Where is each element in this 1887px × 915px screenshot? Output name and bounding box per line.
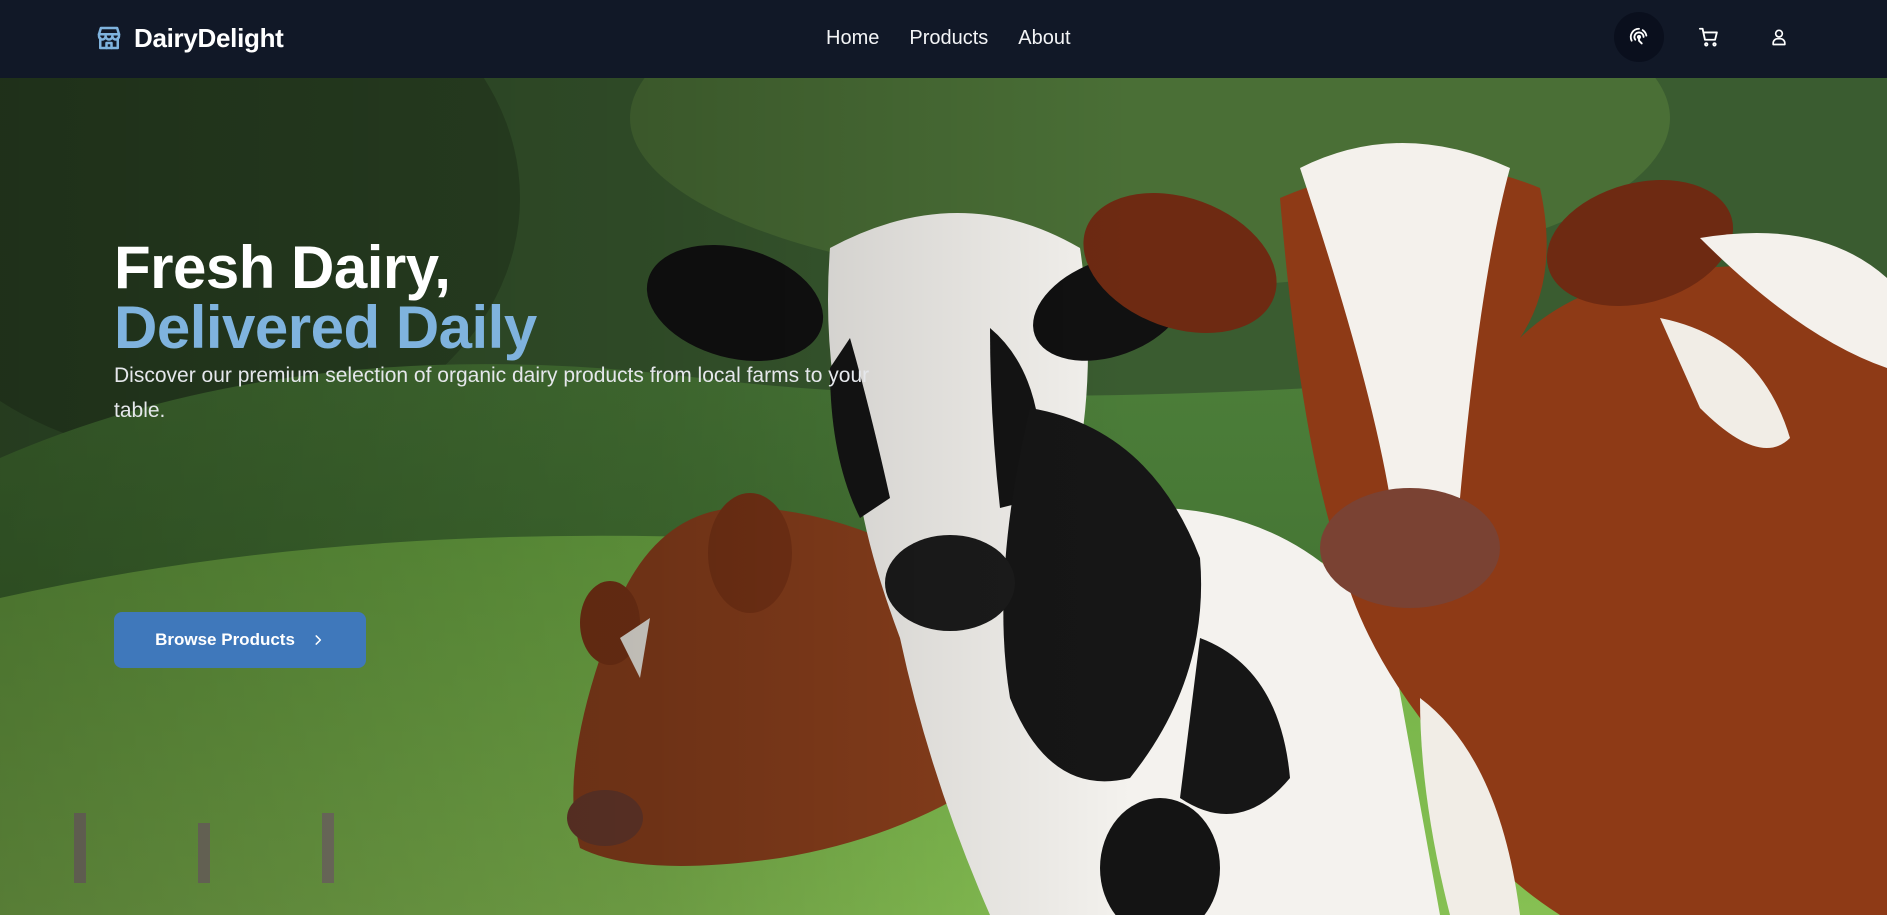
hero-title: Fresh Dairy, Delivered Daily <box>114 238 914 358</box>
hero-section: Fresh Dairy, Delivered Daily Discover ou… <box>0 78 1887 915</box>
navbar: DairyDelight Home Products About <box>0 0 1887 78</box>
hero-overlay <box>0 78 1887 915</box>
theme-toggle-button[interactable] <box>1614 12 1664 62</box>
browse-products-label: Browse Products <box>155 630 295 649</box>
nav-actions <box>1614 12 1804 62</box>
user-icon <box>1772 29 1786 46</box>
nav-link-home[interactable]: Home <box>826 24 879 52</box>
nav-link-products[interactable]: Products <box>909 24 988 52</box>
cart-button[interactable] <box>1684 12 1734 62</box>
cart-icon <box>1698 27 1718 47</box>
theme-toggle-icon <box>1629 27 1648 45</box>
hero-subtitle: Discover our premium selection of organi… <box>114 364 870 422</box>
hero-title-line1: Fresh Dairy, <box>114 234 451 301</box>
browse-products-button[interactable]: Browse Products <box>114 612 366 668</box>
chevron-right-icon <box>311 633 325 647</box>
nav-link-about[interactable]: About <box>1018 24 1070 52</box>
main-nav: Home Products About <box>826 24 1071 52</box>
hero-content: Fresh Dairy, Delivered Daily Discover ou… <box>114 238 914 428</box>
brand-name: DairyDelight <box>134 22 284 53</box>
brand-logo[interactable]: DairyDelight <box>94 20 284 56</box>
store-icon <box>94 23 124 53</box>
hero-title-line2: Delivered Daily <box>114 294 537 361</box>
user-button[interactable] <box>1754 12 1804 62</box>
